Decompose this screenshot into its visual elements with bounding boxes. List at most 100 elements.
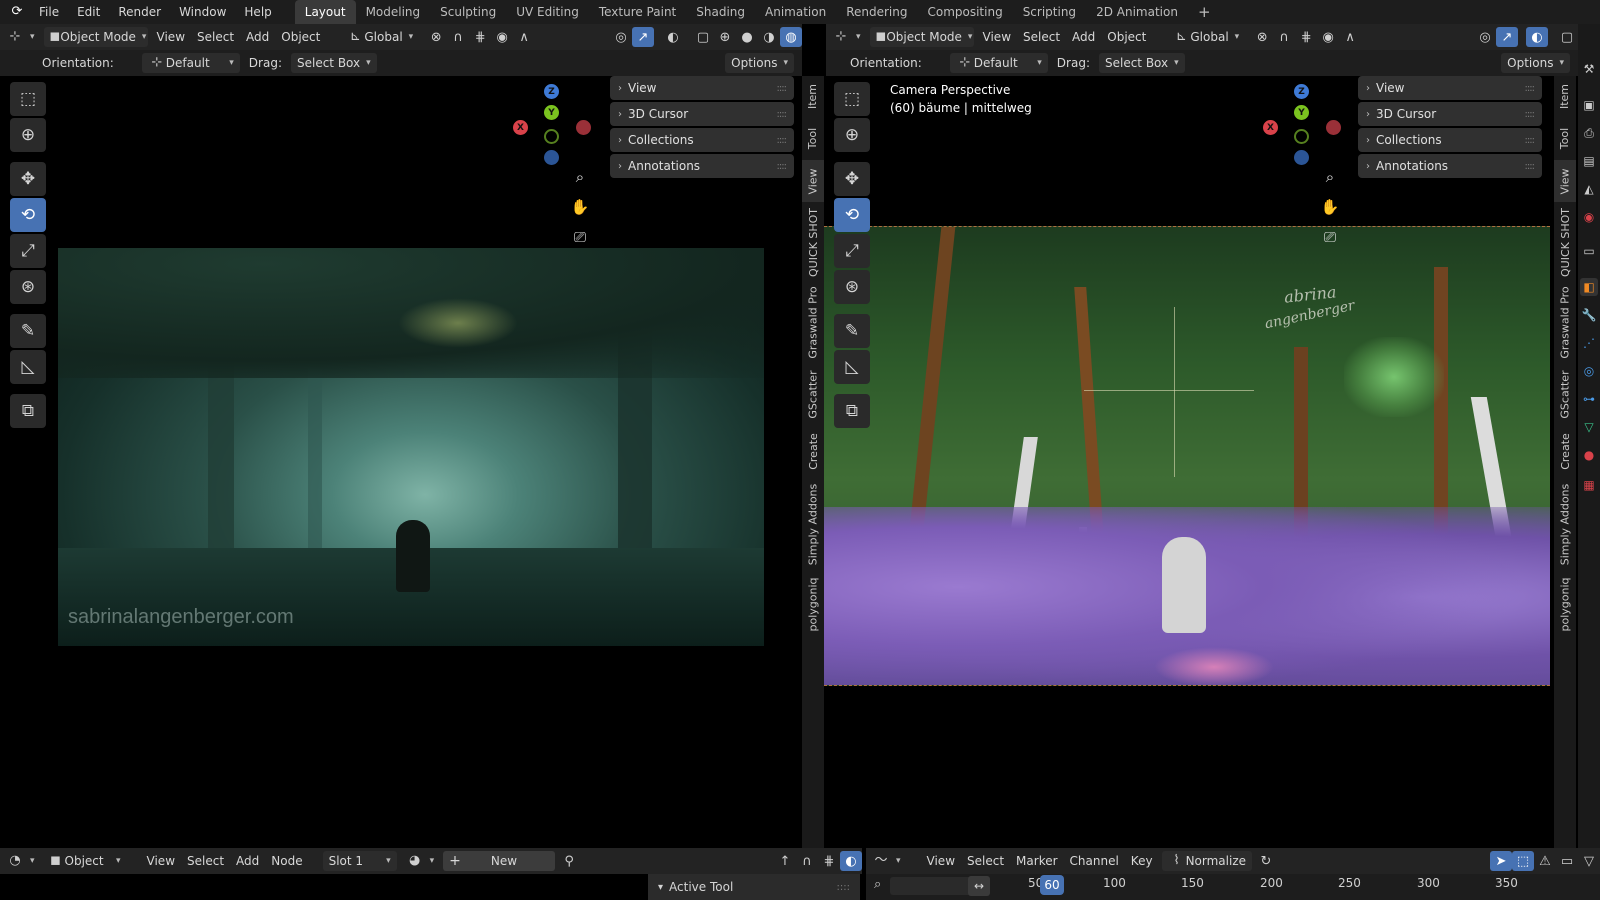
rotate-tool-icon[interactable]: ⟲ — [834, 198, 870, 232]
tool-wrench-icon[interactable]: ⚒ — [1580, 60, 1598, 78]
timeline-search-icon[interactable]: ⌕ — [874, 877, 881, 892]
tab-polygoniq[interactable]: polygoniq — [1554, 572, 1576, 636]
menu-select[interactable]: Select — [961, 851, 1010, 871]
blender-logo-icon[interactable]: ⟳ — [8, 3, 26, 21]
material-icon[interactable]: ● — [1580, 446, 1598, 464]
tab-simply-addons[interactable]: Simply Addons — [1554, 478, 1576, 570]
gizmo-neg-y[interactable] — [1294, 129, 1309, 144]
tab-polygoniq[interactable]: polygoniq — [802, 572, 824, 636]
normalize-toggle[interactable]: ⌇ Normalize — [1161, 851, 1252, 871]
drag-grip-icon[interactable]: :::: — [777, 135, 788, 146]
snap-target-icon[interactable]: ⋕ — [1295, 27, 1317, 47]
transform-orientation-dropdown[interactable]: ⊾ Global ▾ — [1166, 27, 1245, 47]
channel-search-input[interactable] — [890, 877, 972, 895]
menu-render[interactable]: Render — [109, 0, 170, 24]
menu-view[interactable]: View — [151, 27, 191, 47]
drag-dropdown[interactable]: Select Box ▾ — [1098, 53, 1185, 73]
annotate-tool-icon[interactable]: ✎ — [834, 314, 870, 348]
select-box-tool-icon[interactable]: ⬚ — [10, 82, 46, 116]
overlay-toggle-icon[interactable]: ◐ — [1526, 27, 1548, 47]
menu-file[interactable]: File — [30, 0, 68, 24]
tab-layout[interactable]: Layout — [294, 0, 356, 24]
drag-grip-icon[interactable]: :::: — [777, 83, 788, 94]
gizmo-y-axis[interactable]: Y — [1294, 105, 1309, 120]
tab-scripting[interactable]: Scripting — [1013, 0, 1086, 24]
navigation-gizmo[interactable]: Z Y X — [1260, 82, 1341, 165]
parent-node-tree-icon[interactable]: ↑ — [774, 851, 796, 871]
physics-icon[interactable]: ◎ — [1580, 362, 1598, 380]
options-dropdown[interactable]: Options ▾ — [725, 53, 794, 73]
gizmo-neg-x[interactable] — [1326, 120, 1341, 135]
gizmo-toggle-icon[interactable]: ↗ — [632, 27, 654, 47]
filter-funnel-icon[interactable]: ▽ — [1578, 851, 1600, 871]
drag-grip-icon[interactable]: :::: — [1525, 161, 1536, 172]
add-cube-tool-icon[interactable]: ⧉ — [10, 394, 46, 428]
active-tool-panel[interactable]: ▾ Active Tool :::: — [648, 874, 860, 900]
wireframe-shading-icon[interactable]: ⊕ — [714, 27, 736, 47]
gizmo-neg-z[interactable] — [1294, 150, 1309, 165]
object-shader-dropdown[interactable]: ◼ Object ▾ — [41, 851, 127, 871]
xray-toggle-icon[interactable]: ▢ — [692, 27, 714, 47]
navigation-gizmo[interactable]: Z Y X — [510, 82, 591, 165]
snap-icon[interactable]: ∩ — [1273, 27, 1295, 47]
object-mode-dropdown[interactable]: ◼ Object Mode ▾ — [43, 27, 148, 47]
tab-graswald-pro[interactable]: Graswald Pro — [1554, 282, 1576, 362]
menu-object[interactable]: Object — [1101, 27, 1152, 47]
editor-type-button[interactable]: 〜 ▾ — [866, 851, 907, 871]
tab-uv-editing[interactable]: UV Editing — [506, 0, 589, 24]
texture-checker-icon[interactable]: ▦ — [1580, 476, 1598, 494]
measure-tool-icon[interactable]: ◺ — [834, 350, 870, 384]
right-3d-viewport[interactable]: abrina angenberger Camera Perspective (6… — [824, 76, 1554, 848]
cursor-tool-icon[interactable]: ⊕ — [10, 118, 46, 152]
zoom-icon[interactable]: ⌕ — [1317, 164, 1343, 190]
modifier-wrench-icon[interactable]: 🔧 — [1580, 306, 1598, 324]
drag-grip-icon[interactable]: :::: — [777, 161, 788, 172]
pivot-icon[interactable]: ⊗ — [425, 27, 447, 47]
only-selected-icon[interactable]: ➤ — [1490, 851, 1512, 871]
panel-3d-cursor[interactable]: › 3D Cursor:::: — [610, 102, 794, 126]
snap-grid-icon[interactable]: ⋕ — [818, 851, 840, 871]
gizmo-toggle-icon[interactable]: ↗ — [1496, 27, 1518, 47]
menu-window[interactable]: Window — [170, 0, 235, 24]
panel-collections[interactable]: › Collections:::: — [610, 128, 794, 152]
scene-icon[interactable]: ◭ — [1580, 180, 1598, 198]
drag-grip-icon[interactable]: :::: — [837, 882, 850, 893]
editor-type-button[interactable]: ◔ ▾ — [0, 851, 41, 871]
panel-view[interactable]: › View:::: — [610, 76, 794, 100]
menu-add[interactable]: Add — [240, 27, 275, 47]
gizmo-x-axis[interactable]: X — [513, 120, 528, 135]
gizmo-x-axis[interactable]: X — [1263, 120, 1278, 135]
pan-hand-icon[interactable]: ✋ — [567, 194, 593, 220]
tab-gscatter[interactable]: GScatter — [1554, 364, 1576, 424]
measure-tool-icon[interactable]: ◺ — [10, 350, 46, 384]
gizmo-neg-z[interactable] — [544, 150, 559, 165]
show-hidden-icon[interactable]: ⬚ — [1512, 851, 1534, 871]
view-layer-icon[interactable]: ▤ — [1580, 152, 1598, 170]
zoom-icon[interactable]: ⌕ — [567, 164, 593, 190]
tab-item[interactable]: Item — [1554, 76, 1576, 116]
falloff-icon[interactable]: ∧ — [513, 27, 535, 47]
particles-icon[interactable]: ⋰ — [1580, 334, 1598, 352]
overlay-toggle-icon[interactable]: ◐ — [840, 851, 862, 871]
pan-hand-icon[interactable]: ✋ — [1317, 194, 1343, 220]
gizmo-z-axis[interactable]: Z — [1294, 84, 1309, 99]
constraints-icon[interactable]: ⊶ — [1580, 390, 1598, 408]
tab-texture-paint[interactable]: Texture Paint — [589, 0, 686, 24]
slot-dropdown[interactable]: Slot 1 ▾ — [322, 851, 397, 871]
scale-tool-icon[interactable]: ⤢ — [834, 234, 870, 268]
drag-dropdown[interactable]: Select Box ▾ — [290, 53, 377, 73]
menu-key[interactable]: Key — [1125, 851, 1159, 871]
move-tool-icon[interactable]: ✥ — [834, 162, 870, 196]
menu-node[interactable]: Node — [265, 851, 308, 871]
output-printer-icon[interactable]: ⎙ — [1580, 124, 1598, 142]
gizmo-neg-x[interactable] — [576, 120, 591, 135]
scale-tool-icon[interactable]: ⤢ — [10, 234, 46, 268]
drag-grip-icon[interactable]: :::: — [777, 109, 788, 120]
menu-view[interactable]: View — [977, 27, 1017, 47]
camera-view-icon[interactable]: ⎚ — [567, 224, 593, 250]
menu-select[interactable]: Select — [191, 27, 240, 47]
drag-grip-icon[interactable]: :::: — [1525, 83, 1536, 94]
tab-tool[interactable]: Tool — [1554, 118, 1576, 158]
rotate-tool-icon[interactable]: ⟲ — [10, 198, 46, 232]
tab-simply-addons[interactable]: Simply Addons — [802, 478, 824, 570]
